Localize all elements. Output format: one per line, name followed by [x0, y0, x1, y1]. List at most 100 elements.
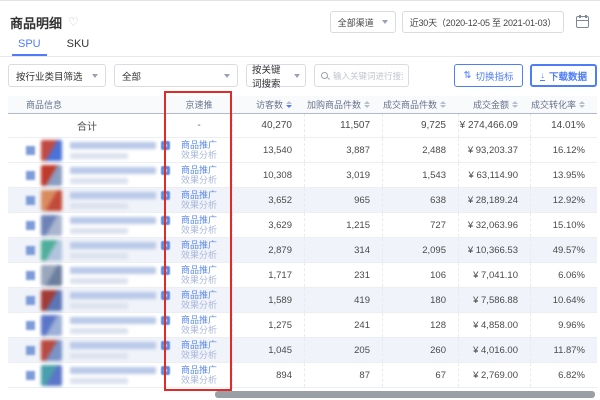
promo-badge-icon[interactable]	[161, 291, 170, 300]
product-info-cell	[8, 165, 166, 186]
keyword-mode-select[interactable]: 按关键词搜索	[246, 64, 306, 87]
analysis-link[interactable]: 效果分析	[181, 225, 217, 235]
deal-items-cell: 180	[382, 288, 458, 312]
cart-items-cell: 3,887	[304, 138, 382, 162]
scope-filter-select[interactable]: 全部	[114, 64, 238, 87]
deal-amount-cell: ¥ 2,769.00	[458, 363, 530, 387]
table-row: 商品推广 效果分析 2,879 314 2,095 ¥ 10,366.53 49…	[8, 238, 597, 263]
switch-metrics-icon: ⇅	[464, 70, 472, 81]
promo-link[interactable]: 商品推广	[181, 265, 217, 275]
promo-link[interactable]: 商品推广	[181, 140, 217, 150]
calendar-button[interactable]	[574, 13, 592, 31]
col-header-visitors-label: 访客数	[256, 98, 283, 111]
jingsutui-cell: 商品推广 效果分析	[166, 238, 232, 262]
promo-badge-icon[interactable]	[161, 166, 170, 175]
analysis-link[interactable]: 效果分析	[181, 250, 217, 260]
col-header-deal-amount[interactable]: 成交金额	[458, 96, 530, 113]
table-header-row: 商品信息 京速推 访客数 加购商品件数 成交商品件数 成交金额 成交转化率	[8, 96, 597, 114]
analysis-link[interactable]: 效果分析	[181, 275, 217, 285]
visitors-cell: 13,540	[232, 138, 304, 162]
switch-metrics-button[interactable]: ⇅ 切换指标	[454, 64, 524, 87]
promo-badge-icon[interactable]	[161, 316, 170, 325]
conversion-cell: 49.57%	[530, 238, 597, 262]
promo-badge-icon[interactable]	[161, 266, 170, 275]
analysis-link[interactable]: 效果分析	[181, 325, 217, 335]
product-info-cell	[8, 190, 166, 211]
horizontal-scrollbar[interactable]	[215, 391, 595, 398]
analysis-link[interactable]: 效果分析	[181, 150, 217, 160]
analysis-link[interactable]: 效果分析	[181, 175, 217, 185]
deal-items-cell: 260	[382, 338, 458, 362]
promo-badge-icon[interactable]	[161, 366, 170, 375]
tab-sku[interactable]: SKU	[67, 38, 90, 56]
promo-link[interactable]: 商品推广	[181, 165, 217, 175]
product-text	[70, 341, 170, 359]
date-range-value: 近30天（2020-12-05 至 2021-01-03）	[410, 16, 556, 29]
table-row: 商品推广 效果分析 3,629 1,215 727 ¥ 32,063.96 15…	[8, 213, 597, 238]
promo-link[interactable]: 商品推广	[181, 240, 217, 250]
date-range-picker[interactable]: 近30天（2020-12-05 至 2021-01-03）	[402, 11, 564, 33]
promo-badge-icon[interactable]	[161, 141, 170, 150]
sort-icon	[364, 101, 370, 108]
product-info-cell	[8, 265, 166, 286]
promo-badge-icon[interactable]	[161, 341, 170, 350]
visitors-cell: 2,879	[232, 238, 304, 262]
col-header-conversion[interactable]: 成交转化率	[530, 96, 597, 113]
product-info-cell	[8, 240, 166, 261]
conversion-cell: 12.92%	[530, 188, 597, 212]
visitors-cell: 10,308	[232, 163, 304, 187]
product-detail-page: 商品明细 ♡ 全部渠道 近30天（2020-12-05 至 2021-01-03…	[0, 0, 600, 400]
analysis-link[interactable]: 效果分析	[181, 200, 217, 210]
page-title: 商品明细	[10, 13, 62, 32]
download-data-button[interactable]: ↓ 下载数据	[530, 64, 597, 87]
col-header-visitors[interactable]: 访客数	[232, 96, 304, 113]
product-subtitle-redacted	[70, 203, 128, 209]
product-thumbnail	[41, 365, 62, 386]
search-input[interactable]	[333, 71, 403, 81]
summary-deal-amount: ¥ 274,466.09	[458, 114, 530, 137]
row-marker	[26, 221, 35, 230]
product-subtitle-redacted	[70, 278, 128, 284]
deal-amount-cell: ¥ 4,016.00	[458, 338, 530, 362]
promo-link[interactable]: 商品推广	[181, 365, 217, 375]
search-box	[314, 64, 409, 87]
conversion-cell: 10.64%	[530, 288, 597, 312]
row-marker	[26, 246, 35, 255]
switch-metrics-label: 切换指标	[475, 69, 513, 83]
product-title-redacted	[70, 367, 156, 374]
sort-icon	[579, 101, 585, 108]
chevron-down-icon	[382, 20, 388, 24]
promo-badge-icon[interactable]	[161, 191, 170, 200]
summary-row: 合计 - 40,270 11,507 9,725 ¥ 274,466.09 14…	[8, 114, 597, 138]
channel-select[interactable]: 全部渠道	[330, 11, 396, 33]
analysis-link[interactable]: 效果分析	[181, 375, 217, 385]
promo-link[interactable]: 商品推广	[181, 315, 217, 325]
promo-link[interactable]: 商品推广	[181, 290, 217, 300]
analysis-link[interactable]: 效果分析	[181, 350, 217, 360]
visitors-cell: 1,589	[232, 288, 304, 312]
product-text	[70, 266, 170, 284]
row-marker	[26, 371, 35, 380]
product-thumbnail	[41, 215, 62, 236]
category-filter-select[interactable]: 按行业类目筛选	[8, 64, 106, 87]
tab-spu[interactable]: SPU	[18, 38, 41, 56]
col-header-conversion-label: 成交转化率	[531, 98, 576, 111]
analysis-link[interactable]: 效果分析	[181, 300, 217, 310]
promo-link[interactable]: 商品推广	[181, 190, 217, 200]
deal-items-cell: 128	[382, 313, 458, 337]
visitors-cell: 3,652	[232, 188, 304, 212]
sort-icon	[512, 101, 518, 108]
col-header-deal-items[interactable]: 成交商品件数	[382, 96, 458, 113]
promo-link[interactable]: 商品推广	[181, 340, 217, 350]
favorite-heart-icon[interactable]: ♡	[68, 15, 79, 29]
title-bar-right: 全部渠道 近30天（2020-12-05 至 2021-01-03）	[330, 11, 592, 33]
product-text	[70, 141, 170, 159]
promo-link[interactable]: 商品推广	[181, 215, 217, 225]
product-subtitle-redacted	[70, 253, 128, 259]
promo-badge-icon[interactable]	[161, 216, 170, 225]
promo-badge-icon[interactable]	[161, 241, 170, 250]
col-header-cart-items[interactable]: 加购商品件数	[304, 96, 382, 113]
sort-icon	[286, 101, 292, 108]
visitors-cell: 1,045	[232, 338, 304, 362]
product-subtitle-redacted	[70, 228, 128, 234]
